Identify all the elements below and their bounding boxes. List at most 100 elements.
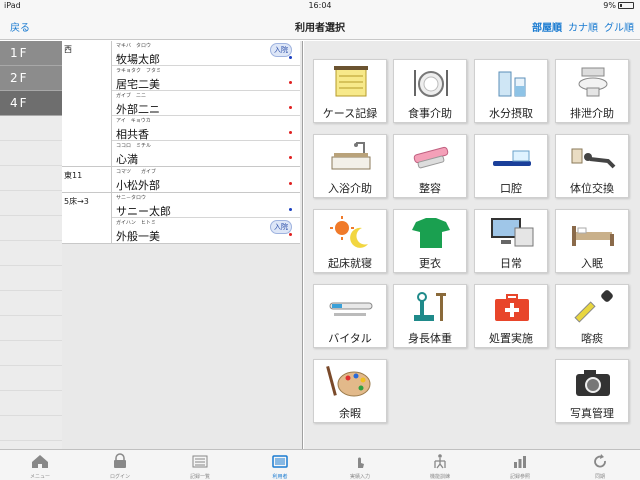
tile-camera-button[interactable]: 写真管理 <box>555 359 629 423</box>
room-people: コマツ ガイブ小松外部 <box>112 167 300 192</box>
home-icon <box>32 455 48 468</box>
room-group: 5床→3 サニ－タロウ サニー太郎 ガイハン ヒトミ 外般一美 入院 <box>62 193 300 244</box>
status-dot <box>289 131 292 134</box>
floor-empty-row <box>0 141 62 166</box>
sort-room-order-button[interactable]: 部屋順 <box>532 19 562 34</box>
tile-label: 体位交換 <box>570 182 614 195</box>
user-name: サニー太郎 <box>116 205 171 218</box>
user-kana: ガイハン ヒトミ <box>116 220 156 226</box>
tile-meal-button[interactable]: 食事介助 <box>393 59 467 123</box>
sort-options: 部屋順 カナ順 グル順 <box>532 19 634 34</box>
floor-item-2f[interactable]: 2F <box>0 66 62 91</box>
hand-icon <box>358 457 364 468</box>
user-kana: ラキョタク フタミ <box>116 68 162 74</box>
user-row[interactable]: サニ－タロウサニー太郎 <box>112 193 300 218</box>
tile-water-button[interactable]: 水分摂取 <box>474 59 548 123</box>
tablet-icon <box>272 455 288 468</box>
floor-empty-row <box>0 291 62 316</box>
room-group: 西マキバ タロウ 牧場太郎 入院 ラキョタク フタミ 居宅二美 ガイブ ニニ 外部二ニ アイ … <box>62 41 300 167</box>
monitor-icon <box>491 218 534 247</box>
user-row[interactable]: ラキョタク フタミ 居宅二美 <box>112 66 300 91</box>
tile-label: 整容 <box>419 182 441 195</box>
tile-label: 入眠 <box>581 257 603 270</box>
tile-notepad-button[interactable]: ケース記録 <box>313 59 387 123</box>
walker-icon <box>434 454 446 469</box>
tab-label: 機能訓練 <box>429 474 450 480</box>
tile-bath-button[interactable]: 入浴介助 <box>313 134 387 198</box>
user-table: 西マキバ タロウ 牧場太郎 入院 ラキョタク フタミ 居宅二美 ガイブ ニニ 外部二ニ アイ … <box>62 41 300 244</box>
tab-sync[interactable]: 同期 <box>560 450 640 480</box>
user-name: 相共香 <box>116 128 149 141</box>
meal-icon <box>414 70 448 97</box>
room-label: 5床→3 <box>62 193 112 243</box>
tile-palette-button[interactable]: 余暇 <box>313 359 387 423</box>
user-name: 心満 <box>116 153 138 166</box>
thermometer-icon <box>329 302 373 316</box>
user-row[interactable]: ガイブ ニニ 外部二ニ <box>112 91 300 116</box>
tile-label: 余暇 <box>339 407 361 420</box>
tile-label: 口腔 <box>500 182 522 195</box>
toilet-icon <box>578 67 608 97</box>
user-kana: マキバ タロウ <box>116 43 152 49</box>
tile-monitor-button[interactable]: 日常 <box>474 209 548 273</box>
tile-label: 身長体重 <box>408 332 452 345</box>
user-name: 小松外部 <box>116 179 160 192</box>
floor-item-1f[interactable]: 1F <box>0 41 62 66</box>
status-dot <box>289 81 292 84</box>
tile-thermometer-button[interactable]: バイタル <box>313 284 387 348</box>
tab-hand[interactable]: 実績入力 <box>320 450 400 480</box>
floor-item-4f[interactable]: 4F <box>0 91 62 116</box>
first-aid-icon <box>495 294 529 321</box>
sort-kana-order-button[interactable]: カナ順 <box>568 19 598 34</box>
user-row[interactable]: ガイハン ヒトミ外般一美 入院 <box>112 218 300 243</box>
tile-shirt-button[interactable]: 更衣 <box>393 209 467 273</box>
tab-lock[interactable]: ログイン <box>80 450 160 480</box>
hospitalized-badge: 入院 <box>270 220 292 234</box>
room-group: 東11 コマツ ガイブ 小松外部 <box>62 167 300 193</box>
bed-icon <box>572 226 614 246</box>
tab-label: 利用者 <box>272 474 288 480</box>
tile-toilet-button[interactable]: 排泄介助 <box>555 59 629 123</box>
user-row[interactable]: コマツ ガイブ小松外部 <box>112 167 300 192</box>
position-change-icon <box>571 148 616 169</box>
floor-list: 1F 2F 4F <box>0 41 62 449</box>
tile-first-aid-button[interactable]: 処置実施 <box>474 284 548 348</box>
tile-scale-button[interactable]: 身長体重 <box>393 284 467 348</box>
tile-sun-moon-button[interactable]: 起床就寝 <box>313 209 387 273</box>
tab-list[interactable]: 記録一覧 <box>160 450 240 480</box>
tile-toothbrush-button[interactable]: 口腔 <box>474 134 548 198</box>
tile-label: 排泄介助 <box>570 107 614 120</box>
floor-empty-row <box>0 341 62 366</box>
tile-position-change-button[interactable]: 体位交換 <box>555 134 629 198</box>
tab-label: ログイン <box>109 474 130 480</box>
tile-label: 起床就寝 <box>328 257 372 270</box>
user-row[interactable]: アイ キョウカ 相共香 <box>112 116 300 141</box>
floor-empty-row <box>0 316 62 341</box>
scale-icon <box>414 292 446 321</box>
dropper-icon <box>574 290 613 323</box>
tile-dropper-button[interactable]: 喀痰 <box>555 284 629 348</box>
user-kana: サニ－タロウ <box>116 195 147 201</box>
tab-tablet[interactable]: 利用者 <box>240 450 320 480</box>
user-kana: コマツ ガイブ <box>116 169 157 175</box>
tab-walker[interactable]: 機能訓練 <box>400 450 480 480</box>
user-name: 外般一美 <box>116 230 160 243</box>
lock-icon <box>114 453 126 468</box>
tab-bar-chart[interactable]: 記録参照 <box>480 450 560 480</box>
status-dot <box>289 56 292 59</box>
user-row[interactable]: マキバ タロウ 牧場太郎 入院 <box>112 41 300 66</box>
user-row[interactable]: ココロ ミチル 心満 <box>112 141 300 166</box>
room-people: マキバ タロウ 牧場太郎 入院 ラキョタク フタミ 居宅二美 ガイブ ニニ 外部二ニ アイ キ… <box>112 41 300 166</box>
grooming-icon <box>413 146 449 169</box>
tile-grooming-button[interactable]: 整容 <box>393 134 467 198</box>
user-name: 牧場太郎 <box>116 53 160 66</box>
notepad-icon <box>334 66 368 97</box>
tile-bed-button[interactable]: 入眠 <box>555 209 629 273</box>
status-dot <box>289 156 292 159</box>
bath-icon <box>331 142 371 170</box>
user-name: 外部二ニ <box>116 103 160 116</box>
floor-list-empty-area <box>0 116 62 441</box>
tab-home[interactable]: メニュー <box>0 450 80 480</box>
tab-label: 記録一覧 <box>189 474 210 480</box>
sort-group-order-button[interactable]: グル順 <box>604 19 634 34</box>
